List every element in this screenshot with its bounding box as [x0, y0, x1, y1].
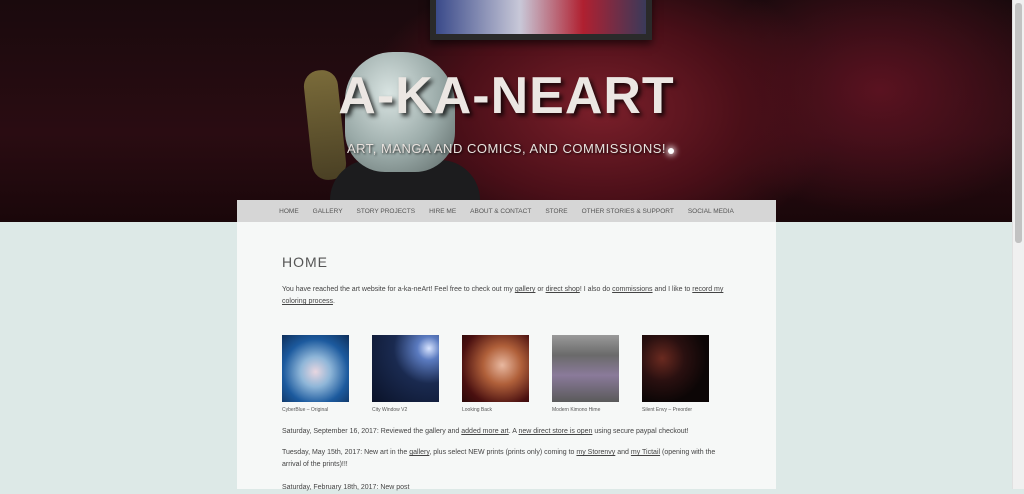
- intro-text: ! I also do: [579, 286, 613, 293]
- page-title: HOME: [282, 254, 328, 270]
- thumbnail-caption: Silent Envy – Preorder: [642, 407, 693, 413]
- thumbnail-image[interactable]: [552, 335, 619, 402]
- news-text: using secure paypal checkout!: [592, 428, 689, 435]
- thumbnail-caption: CyberBlue – Original: [282, 407, 329, 413]
- direct-shop-link[interactable]: direct shop: [546, 286, 580, 293]
- news-item: Tuesday, May 15th, 2017: New art in the …: [282, 447, 732, 471]
- news-text: Saturday, February 18th, 2017: New post: [282, 484, 410, 491]
- nav-item-story-projects[interactable]: STORY PROJECTS: [350, 208, 423, 215]
- gallery-item[interactable]: City Window V2: [372, 335, 440, 413]
- thumbnail-caption: City Window V2: [372, 407, 408, 413]
- thumbnail-image[interactable]: [642, 335, 709, 402]
- tictail-link[interactable]: my Tictail: [631, 449, 660, 456]
- news-text: Tuesday, May 15th, 2017: New art in the: [282, 449, 410, 456]
- site-tagline: ART, MANGA AND COMICS, AND COMMISSIONS!: [346, 141, 667, 156]
- commissions-link[interactable]: commissions: [612, 286, 652, 293]
- content-panel: HOME You have reached the art website fo…: [237, 222, 776, 491]
- intro-text: and I like to: [652, 286, 693, 293]
- gallery-link[interactable]: gallery: [515, 286, 536, 293]
- gallery-item[interactable]: Looking Back: [462, 335, 530, 413]
- scrollbar-thumb[interactable]: [1015, 3, 1022, 243]
- sparkle-icon: [668, 148, 674, 154]
- intro-paragraph: You have reached the art website for a-k…: [282, 284, 732, 308]
- thumbnail-image[interactable]: [462, 335, 529, 402]
- gallery-item[interactable]: CyberBlue – Original: [282, 335, 350, 413]
- gallery-link[interactable]: gallery: [409, 449, 429, 456]
- news-item: Saturday, September 16, 2017: Reviewed t…: [282, 426, 732, 438]
- nav-item-about-contact[interactable]: ABOUT & CONTACT: [463, 208, 538, 215]
- nav-item-social-media[interactable]: SOCIAL MEDIA: [681, 208, 741, 215]
- main-nav: HOME GALLERY STORY PROJECTS HIRE ME ABOU…: [237, 200, 776, 223]
- added-more-art-link[interactable]: added more art: [461, 428, 508, 435]
- news-text: and: [615, 449, 631, 456]
- thumbnail-image[interactable]: [282, 335, 349, 402]
- site-title[interactable]: A-KA-NEART: [0, 66, 1013, 126]
- nav-item-hire-me[interactable]: HIRE ME: [422, 208, 463, 215]
- intro-text: .: [332, 298, 335, 305]
- page-scrollbar[interactable]: [1012, 0, 1024, 489]
- nav-item-home[interactable]: HOME: [272, 208, 306, 215]
- nav-item-gallery[interactable]: GALLERY: [306, 208, 350, 215]
- header-banner: A-KA-NEART ART, MANGA AND COMICS, AND CO…: [0, 0, 1013, 222]
- thumbnail-caption: Modern Kimono Hime: [552, 407, 601, 413]
- thumbnail-caption: Looking Back: [462, 407, 493, 413]
- storenvy-link[interactable]: my Storenvy: [576, 449, 615, 456]
- news-item: Saturday, February 18th, 2017: New post: [282, 482, 732, 494]
- featured-gallery: CyberBlue – Original City Window V2 Look…: [282, 335, 710, 413]
- intro-text: or: [535, 286, 546, 293]
- nav-item-other-stories[interactable]: OTHER STORIES & SUPPORT: [575, 208, 681, 215]
- intro-text: You have reached the art website for a-k…: [282, 286, 515, 293]
- news-text: , plus select NEW prints (prints only) c…: [429, 449, 577, 456]
- gallery-item[interactable]: Modern Kimono Hime: [552, 335, 620, 413]
- new-direct-store-link[interactable]: new direct store is open: [518, 428, 592, 435]
- painting-frame-image: [430, 0, 652, 40]
- gallery-item[interactable]: Silent Envy – Preorder: [642, 335, 710, 413]
- news-text: Saturday, September 16, 2017: Reviewed t…: [282, 428, 462, 435]
- nav-item-store[interactable]: STORE: [538, 208, 574, 215]
- thumbnail-image[interactable]: [372, 335, 439, 402]
